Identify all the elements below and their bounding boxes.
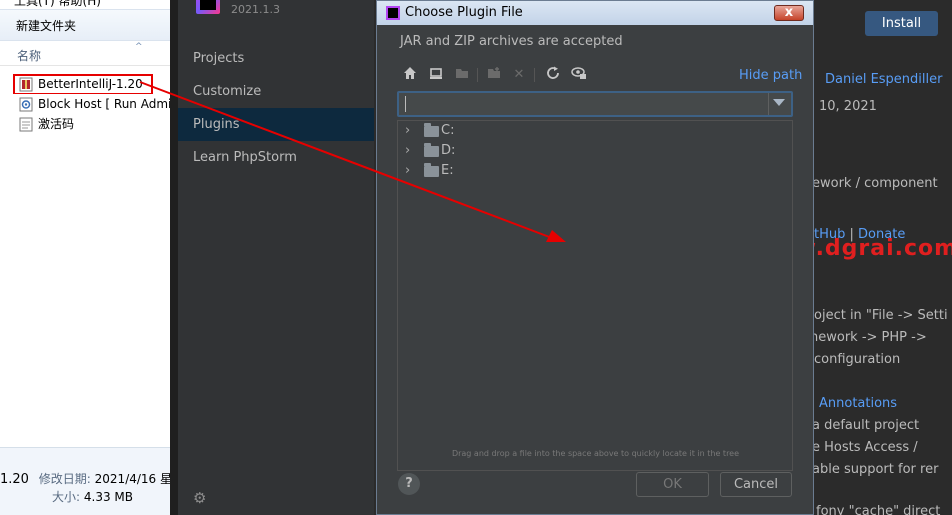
expand-chevron-icon[interactable]: › [405,141,410,161]
phpstorm-small-icon [386,6,400,20]
project-folder-icon[interactable] [453,66,471,84]
ok-button[interactable]: OK [636,472,709,497]
text-file-icon [19,117,33,132]
help-button[interactable]: ? [398,473,420,495]
expand-chevron-icon[interactable]: › [405,121,410,141]
folder-icon [424,123,439,137]
file-tree[interactable]: › C: › D: › E: [397,120,793,471]
explorer-toolbar: 新建文件夹 [0,9,170,41]
description-line: fony "cache" direct [816,504,941,515]
file-item-activation-code[interactable]: 激活码 [0,114,170,134]
close-button[interactable]: x [774,5,804,21]
dropdown-arrow-icon[interactable] [773,99,785,106]
description-line: a default project [812,418,920,433]
drive-label: D: [441,143,456,158]
script-icon [19,97,33,112]
delete-icon[interactable]: ✕ [510,66,528,84]
tree-node-drive-d[interactable]: › D: [398,141,792,161]
drive-label: E: [441,163,454,178]
ide-welcome-sidebar: 2021.1.3 Projects Customize Plugins Lear… [178,0,374,515]
explorer-menubar[interactable]: 工具(T) 帮助(H) [0,0,170,8]
vendor-link[interactable]: Daniel Espendiller [825,72,942,87]
hide-path-link[interactable]: Hide path [739,68,802,83]
drive-label: C: [441,123,455,138]
window-divider [170,0,178,515]
text-caret [405,96,406,112]
column-header-name[interactable]: 名称 ^ [0,42,170,66]
install-button[interactable]: Install [865,11,938,36]
dialog-body: JAR and ZIP archives are accepted ✕ Hide… [383,25,808,512]
folder-icon [424,163,439,177]
details-name-tail: 1.20 [0,472,29,487]
tree-node-drive-e[interactable]: › E: [398,161,792,181]
nav-customize[interactable]: Customize [178,75,374,108]
annotations-link[interactable]: Annotations [819,396,897,411]
column-name-label: 名称 [17,49,42,63]
file-name: 激活码 [38,117,75,131]
path-combobox[interactable] [397,91,793,117]
drag-drop-hint: Drag and drop a file into the space abov… [451,449,740,458]
dialog-titlebar[interactable]: Choose Plugin File x [377,1,813,25]
description-line: ework / component [812,176,938,191]
archive-icon [19,77,33,92]
folder-icon [424,143,439,157]
sort-ascending-icon: ^ [135,42,143,52]
details-pane: 1.20 修改日期: 2021/4/16 星期 大小: 4.33 MB [0,447,184,515]
show-hidden-files-icon[interactable] [570,66,588,84]
refresh-icon[interactable] [544,66,562,84]
tree-node-drive-c[interactable]: › C: [398,121,792,141]
phpstorm-logo-icon [196,0,220,14]
description-line: oject in "File -> Setti [814,308,948,323]
desktop-icon[interactable] [427,66,445,84]
path-input[interactable] [401,94,767,114]
file-item-betterintellij[interactable]: BetterIntelliJ-1.20 [0,74,170,94]
choose-plugin-file-dialog: Choose Plugin File x JAR and ZIP archive… [376,0,814,515]
new-folder-icon[interactable] [485,66,503,84]
file-explorer-window: 工具(T) 帮助(H) 新建文件夹 名称 ^ BetterIntelliJ-1.… [0,0,184,515]
description-line: configuration [814,352,901,367]
size-label: 大小: [52,490,81,504]
size-value: 4.33 MB [83,490,133,504]
nav-projects[interactable]: Projects [178,42,374,75]
toolbar-separator [477,68,478,82]
nav-plugins[interactable]: Plugins [178,108,374,141]
nav-learn-phpstorm[interactable]: Learn PhpStorm [178,141,374,174]
release-date: 10, 2021 [819,99,877,114]
description-line: e Hosts Access / [812,440,918,455]
description-line: able support for rer [812,462,939,477]
ide-version: 2021.1.3 [231,3,280,16]
expand-chevron-icon[interactable]: › [405,161,410,181]
cancel-button[interactable]: Cancel [720,472,792,497]
settings-gear-icon[interactable]: ⚙ [193,489,206,507]
toolbar-separator [534,68,535,82]
new-folder-button[interactable]: 新建文件夹 [16,17,76,34]
description-line: nework -> PHP -> [810,330,927,345]
combobox-separator [768,93,769,115]
home-icon[interactable] [401,66,419,84]
dialog-description: JAR and ZIP archives are accepted [400,34,623,49]
dialog-title: Choose Plugin File [405,5,523,20]
file-name: Block Host [ Run Admi [38,97,170,111]
annotation-highlight-box [13,74,153,94]
file-list: BetterIntelliJ-1.20 Block Host [ Run Adm… [0,74,170,134]
modified-label: 修改日期: [38,472,91,486]
file-item-block-host[interactable]: Block Host [ Run Admi [0,94,170,114]
